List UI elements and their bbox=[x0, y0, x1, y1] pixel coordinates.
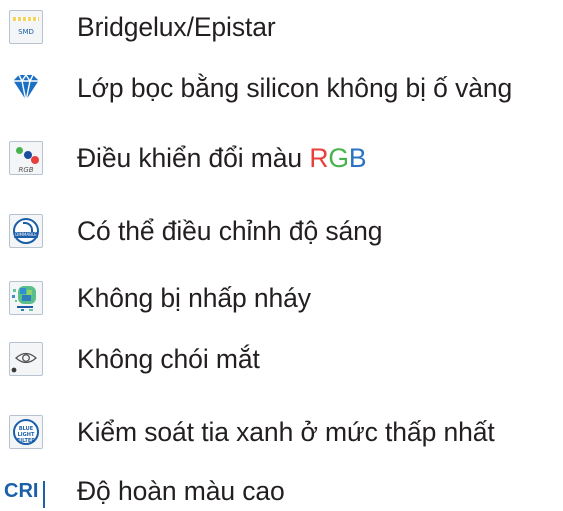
feature-label: Không chói mắt bbox=[77, 344, 260, 374]
eye-icon bbox=[9, 342, 43, 376]
rgb-letter-g: G bbox=[328, 143, 349, 173]
feature-row-chip: SMD Bridgelux/Epistar bbox=[0, 7, 563, 47]
blue-light-filter-icon: BLUE LIGHT FILTER bbox=[9, 415, 43, 449]
cri-icon: CRI bbox=[4, 474, 45, 508]
feature-label: Có thể điều chỉnh độ sáng bbox=[77, 216, 383, 246]
feature-row-rgb: RGB Điều khiển đổi màu RGB bbox=[0, 138, 563, 178]
feature-label: Kiểm soát tia xanh ở mức thấp nhất bbox=[77, 417, 495, 447]
feature-row-dimmable: DIMMABLE Có thể điều chỉnh độ sáng bbox=[0, 211, 563, 251]
diamond-icon bbox=[9, 71, 43, 105]
feature-label: Bridgelux/Epistar bbox=[77, 12, 276, 42]
dimmable-icon: DIMMABLE bbox=[9, 214, 43, 248]
feature-label: Không bị nhấp nháy bbox=[77, 283, 311, 313]
feature-row-cri: CRI Độ hoàn màu cao bbox=[0, 471, 563, 511]
flicker-free-icon bbox=[9, 281, 43, 315]
rgb-dots-icon: RGB bbox=[9, 141, 43, 175]
feature-label: Độ hoàn màu cao bbox=[77, 476, 285, 506]
feature-row-glare: Không chói mắt bbox=[0, 339, 563, 379]
feature-row-flicker: Không bị nhấp nháy bbox=[0, 278, 563, 318]
smd-led-icon: SMD bbox=[9, 10, 43, 44]
rgb-letter-r: R bbox=[309, 143, 329, 173]
feature-row-blue-light: BLUE LIGHT FILTER Kiểm soát tia xanh ở m… bbox=[0, 412, 563, 452]
feature-label: Lớp bọc bằng silicon không bị ố vàng bbox=[77, 73, 513, 103]
feature-row-silicon: Lớp bọc bằng silicon không bị ố vàng bbox=[0, 68, 563, 108]
rgb-letter-b: B bbox=[348, 143, 367, 173]
feature-label: Điều khiển đổi màu RGB bbox=[77, 143, 367, 173]
feature-list: SMD Bridgelux/Epistar Lớp bọc bằng silic… bbox=[0, 0, 563, 510]
